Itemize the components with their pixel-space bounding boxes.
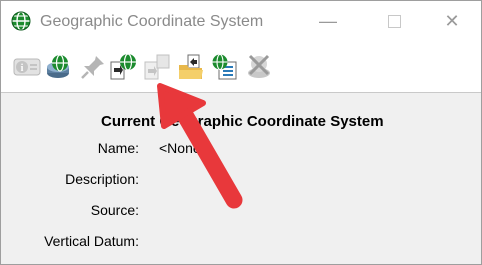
coordinate-system-panel: Current Geographic Coordinate System Nam… — [1, 93, 481, 264]
toolbar: i — [1, 45, 481, 93]
export-button[interactable] — [143, 53, 171, 81]
close-button[interactable]: ✕ — [437, 9, 467, 33]
open-folder-button[interactable] — [177, 53, 205, 81]
globe-icon — [11, 11, 31, 31]
name-label: Name: — [97, 140, 139, 156]
maximize-icon — [388, 15, 401, 28]
vertical-datum-label: Vertical Datum: — [44, 233, 139, 249]
info-button[interactable]: i — [13, 53, 41, 81]
database-globe-button[interactable] — [45, 53, 73, 81]
dialog-window: Geographic Coordinate System — ✕ i Curre… — [0, 0, 482, 265]
title-bar[interactable]: Geographic Coordinate System — ✕ — [1, 1, 481, 43]
globe-list-button[interactable] — [211, 53, 239, 81]
maximize-button[interactable] — [379, 9, 409, 33]
import-globe-button[interactable] — [109, 53, 137, 81]
description-label: Description: — [65, 171, 139, 187]
svg-text:i: i — [21, 63, 24, 74]
panel-heading: Current Geographic Coordinate System — [101, 113, 384, 130]
name-value: <None> — [159, 140, 209, 156]
pin-button[interactable] — [79, 53, 107, 81]
window-title: Geographic Coordinate System — [40, 13, 264, 30]
delete-button[interactable] — [245, 53, 273, 81]
source-label: Source: — [90, 202, 139, 218]
minimize-button[interactable]: — — [313, 9, 343, 33]
